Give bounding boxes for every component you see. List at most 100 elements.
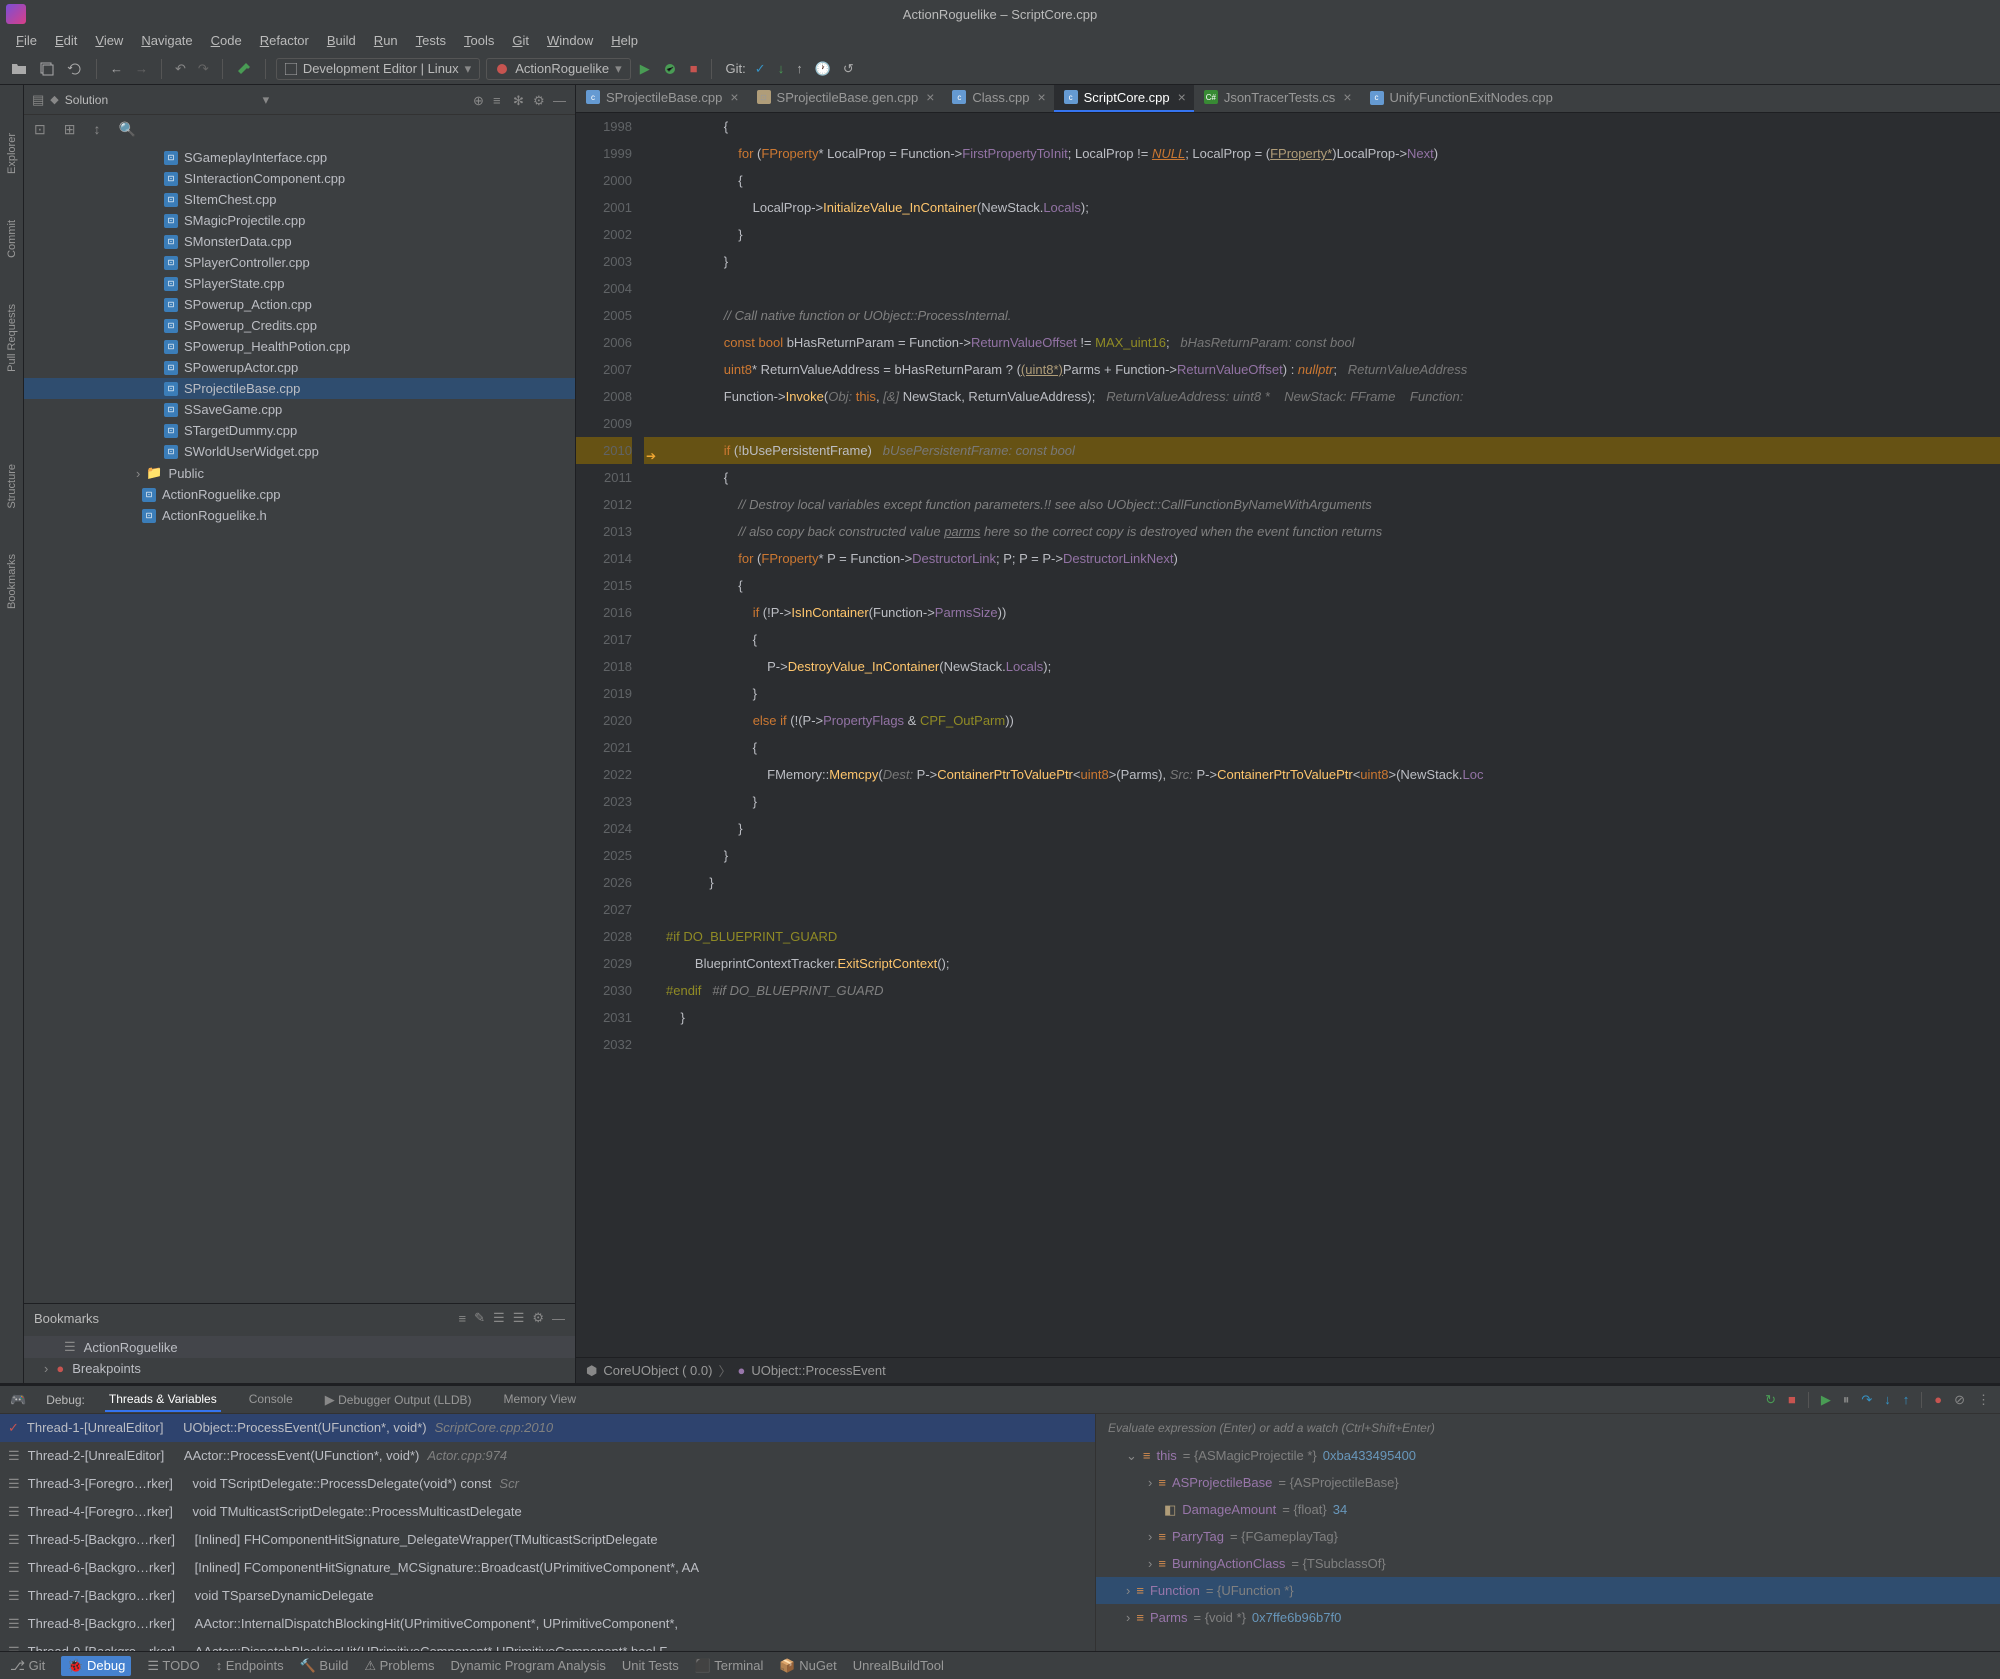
statusbar-unit-tests[interactable]: Unit Tests	[622, 1658, 679, 1673]
menu-edit[interactable]: Edit	[47, 31, 85, 50]
menu-view[interactable]: View	[87, 31, 131, 50]
menu-tests[interactable]: Tests	[408, 31, 454, 50]
tool-icon[interactable]: ⊞	[64, 121, 76, 138]
leftbar-pull-requests[interactable]: Pull Requests	[4, 296, 20, 380]
variable-row[interactable]: › ≡ Parms = {void *} 0x7ffe6b96b7f0	[1096, 1604, 2000, 1631]
forward-icon[interactable]: →	[132, 58, 151, 79]
collapse-icon[interactable]: ≡	[493, 93, 507, 107]
statusbar-debug[interactable]: 🐞 Debug	[61, 1656, 131, 1676]
editor-tab[interactable]: ⊡SProjectileBase.gen.cpp×	[747, 85, 943, 112]
editor-tab[interactable]: cClass.cpp×	[942, 85, 1053, 112]
open-icon[interactable]	[8, 58, 30, 80]
leftbar-[interactable]	[10, 410, 14, 426]
file-item[interactable]: ⊡SPowerup_Credits.cpp	[24, 315, 575, 336]
debug-tab[interactable]: Memory View	[500, 1388, 580, 1412]
build-config-select[interactable]: Development Editor | Linux ▾	[276, 58, 480, 80]
menu-window[interactable]: Window	[539, 31, 601, 50]
step-out-icon[interactable]: ↑	[1903, 1392, 1910, 1407]
thread-row[interactable]: ☰ Thread-7-[Backgro…rker] void TSparseDy…	[0, 1582, 1095, 1610]
bookmark-item[interactable]: ☰ ActionRoguelike	[24, 1336, 575, 1358]
menu-refactor[interactable]: Refactor	[252, 31, 317, 50]
debug-tab[interactable]: ▶ Debugger Output (LLDB)	[321, 1388, 476, 1412]
stop-icon[interactable]: ■	[1788, 1392, 1796, 1407]
save-all-icon[interactable]	[36, 58, 58, 80]
menu-build[interactable]: Build	[319, 31, 364, 50]
variables-panel[interactable]: Evaluate expression (Enter) or add a wat…	[1096, 1414, 2000, 1651]
editor-tab[interactable]: C#JsonTracerTests.cs×	[1194, 85, 1360, 112]
variable-row[interactable]: ⌄ ≡ this = {ASMagicProjectile *} 0xba433…	[1096, 1442, 2000, 1469]
breadcrumb[interactable]: ⬢ CoreUObject ( 0.0) 〉 ● UObject::Proces…	[576, 1357, 2000, 1383]
hide-icon[interactable]: —	[552, 1311, 565, 1326]
file-item[interactable]: ⊡ActionRoguelike.cpp	[24, 484, 575, 505]
pause-icon[interactable]: ⏸	[1843, 1392, 1850, 1408]
step-into-icon[interactable]: ↓	[1884, 1392, 1891, 1407]
variable-row[interactable]: › ≡ ParryTag = {FGameplayTag}	[1096, 1523, 2000, 1550]
file-item[interactable]: ⊡SGameplayInterface.cpp	[24, 147, 575, 168]
expand-icon[interactable]: ✻	[513, 93, 527, 107]
statusbar-todo[interactable]: ☰ TODO	[147, 1658, 199, 1674]
code-content[interactable]: { for (FProperty* LocalProp = Function->…	[662, 113, 2000, 1357]
settings-icon[interactable]: ⚙	[533, 93, 547, 107]
statusbar-endpoints[interactable]: ↕ Endpoints	[216, 1658, 284, 1673]
hide-icon[interactable]: —	[553, 93, 567, 107]
thread-row[interactable]: ☰ Thread-2-[UnrealEditor] AActor::Proces…	[0, 1442, 1095, 1470]
file-item[interactable]: ⊡SMonsterData.cpp	[24, 231, 575, 252]
file-item[interactable]: ⊡SInteractionComponent.cpp	[24, 168, 575, 189]
statusbar-terminal[interactable]: ⬛ Terminal	[695, 1658, 764, 1674]
redo-icon[interactable]: ↷	[195, 58, 212, 80]
tool-icon[interactable]: ⊡	[34, 121, 46, 138]
hammer-icon[interactable]	[233, 58, 255, 80]
leftbar-bookmarks[interactable]: Bookmarks	[4, 546, 20, 617]
file-item[interactable]: ⊡SWorldUserWidget.cpp	[24, 441, 575, 462]
rerun-icon[interactable]: ↻	[1765, 1392, 1776, 1408]
stop-icon[interactable]: ■	[687, 58, 701, 79]
menu-run[interactable]: Run	[366, 31, 406, 50]
thread-row[interactable]: ☰ Thread-8-[Backgro…rker] AActor::Intern…	[0, 1610, 1095, 1638]
statusbar-build[interactable]: 🔨 Build	[300, 1658, 349, 1674]
code-area[interactable]: 1998199920002001200220032004200520062007…	[576, 113, 2000, 1357]
edit-icon[interactable]: ✎	[474, 1310, 485, 1326]
close-tab-icon[interactable]: ×	[1178, 89, 1186, 105]
file-item[interactable]: ⊡SItemChest.cpp	[24, 189, 575, 210]
variable-row[interactable]: › ≡ ASProjectileBase = {ASProjectileBase…	[1096, 1469, 2000, 1496]
file-item[interactable]: ⊡SPowerup_HealthPotion.cpp	[24, 336, 575, 357]
target-icon[interactable]: ⊕	[473, 93, 487, 107]
run-icon[interactable]: ▶	[637, 58, 653, 80]
file-item[interactable]: ⊡ActionRoguelike.h	[24, 505, 575, 526]
menu-help[interactable]: Help	[603, 31, 646, 50]
tool-icon[interactable]: ↕	[93, 121, 100, 137]
menu-git[interactable]: Git	[504, 31, 537, 50]
vcs-rollback-icon[interactable]: ↺	[840, 58, 857, 80]
thread-row[interactable]: ☰ Thread-4-[Foregro…rker] void TMulticas…	[0, 1498, 1095, 1526]
file-item[interactable]: ⊡SPowerup_Action.cpp	[24, 294, 575, 315]
debug-icon[interactable]	[659, 58, 681, 80]
file-item[interactable]: ⊡SProjectileBase.cpp	[24, 378, 575, 399]
file-item[interactable]: ⊡SPlayerState.cpp	[24, 273, 575, 294]
view-mode-select[interactable]: ◆	[50, 93, 58, 106]
leftbar-structure[interactable]: Structure	[4, 456, 20, 517]
thread-row[interactable]: ☰ Thread-3-[Foregro…rker] void TScriptDe…	[0, 1470, 1095, 1498]
file-item[interactable]: ⊡SPlayerController.cpp	[24, 252, 575, 273]
variable-row[interactable]: › ≡ Function = {UFunction *}	[1096, 1577, 2000, 1604]
file-item[interactable]: ⊡SMagicProjectile.cpp	[24, 210, 575, 231]
vcs-push-icon[interactable]: ↑	[793, 58, 806, 79]
editor-tab[interactable]: cScriptCore.cpp×	[1054, 85, 1194, 112]
eval-input[interactable]: Evaluate expression (Enter) or add a wat…	[1096, 1414, 2000, 1442]
variable-row[interactable]: ◧ DamageAmount = {float} 34	[1096, 1496, 2000, 1523]
statusbar-problems[interactable]: ⚠ Problems	[364, 1658, 434, 1674]
resume-icon[interactable]: ▶	[1821, 1392, 1831, 1408]
menu-code[interactable]: Code	[203, 31, 250, 50]
mute-bp-icon[interactable]: ⊘	[1954, 1392, 1965, 1408]
undo-icon[interactable]: ↶	[172, 58, 189, 80]
thread-row[interactable]: ☰ Thread-9-[Backgro…rker] AActor::Dispat…	[0, 1638, 1095, 1651]
gear-icon[interactable]: ⚙	[532, 1310, 544, 1326]
tool-icon[interactable]: ☰	[493, 1310, 505, 1326]
debug-tab[interactable]: Threads & Variables	[105, 1388, 221, 1412]
leftbar-explorer[interactable]: Explorer	[4, 125, 20, 182]
close-tab-icon[interactable]: ×	[1343, 89, 1351, 105]
thread-row[interactable]: ☰ Thread-6-[Backgro…rker] [Inlined] FCom…	[0, 1554, 1095, 1582]
debug-tab[interactable]: Console	[245, 1388, 297, 1412]
statusbar-git[interactable]: ⎇ Git	[10, 1658, 45, 1674]
folder-item[interactable]: › 📁 Public	[24, 462, 575, 484]
breakpoints-icon[interactable]: ●	[1934, 1392, 1942, 1407]
